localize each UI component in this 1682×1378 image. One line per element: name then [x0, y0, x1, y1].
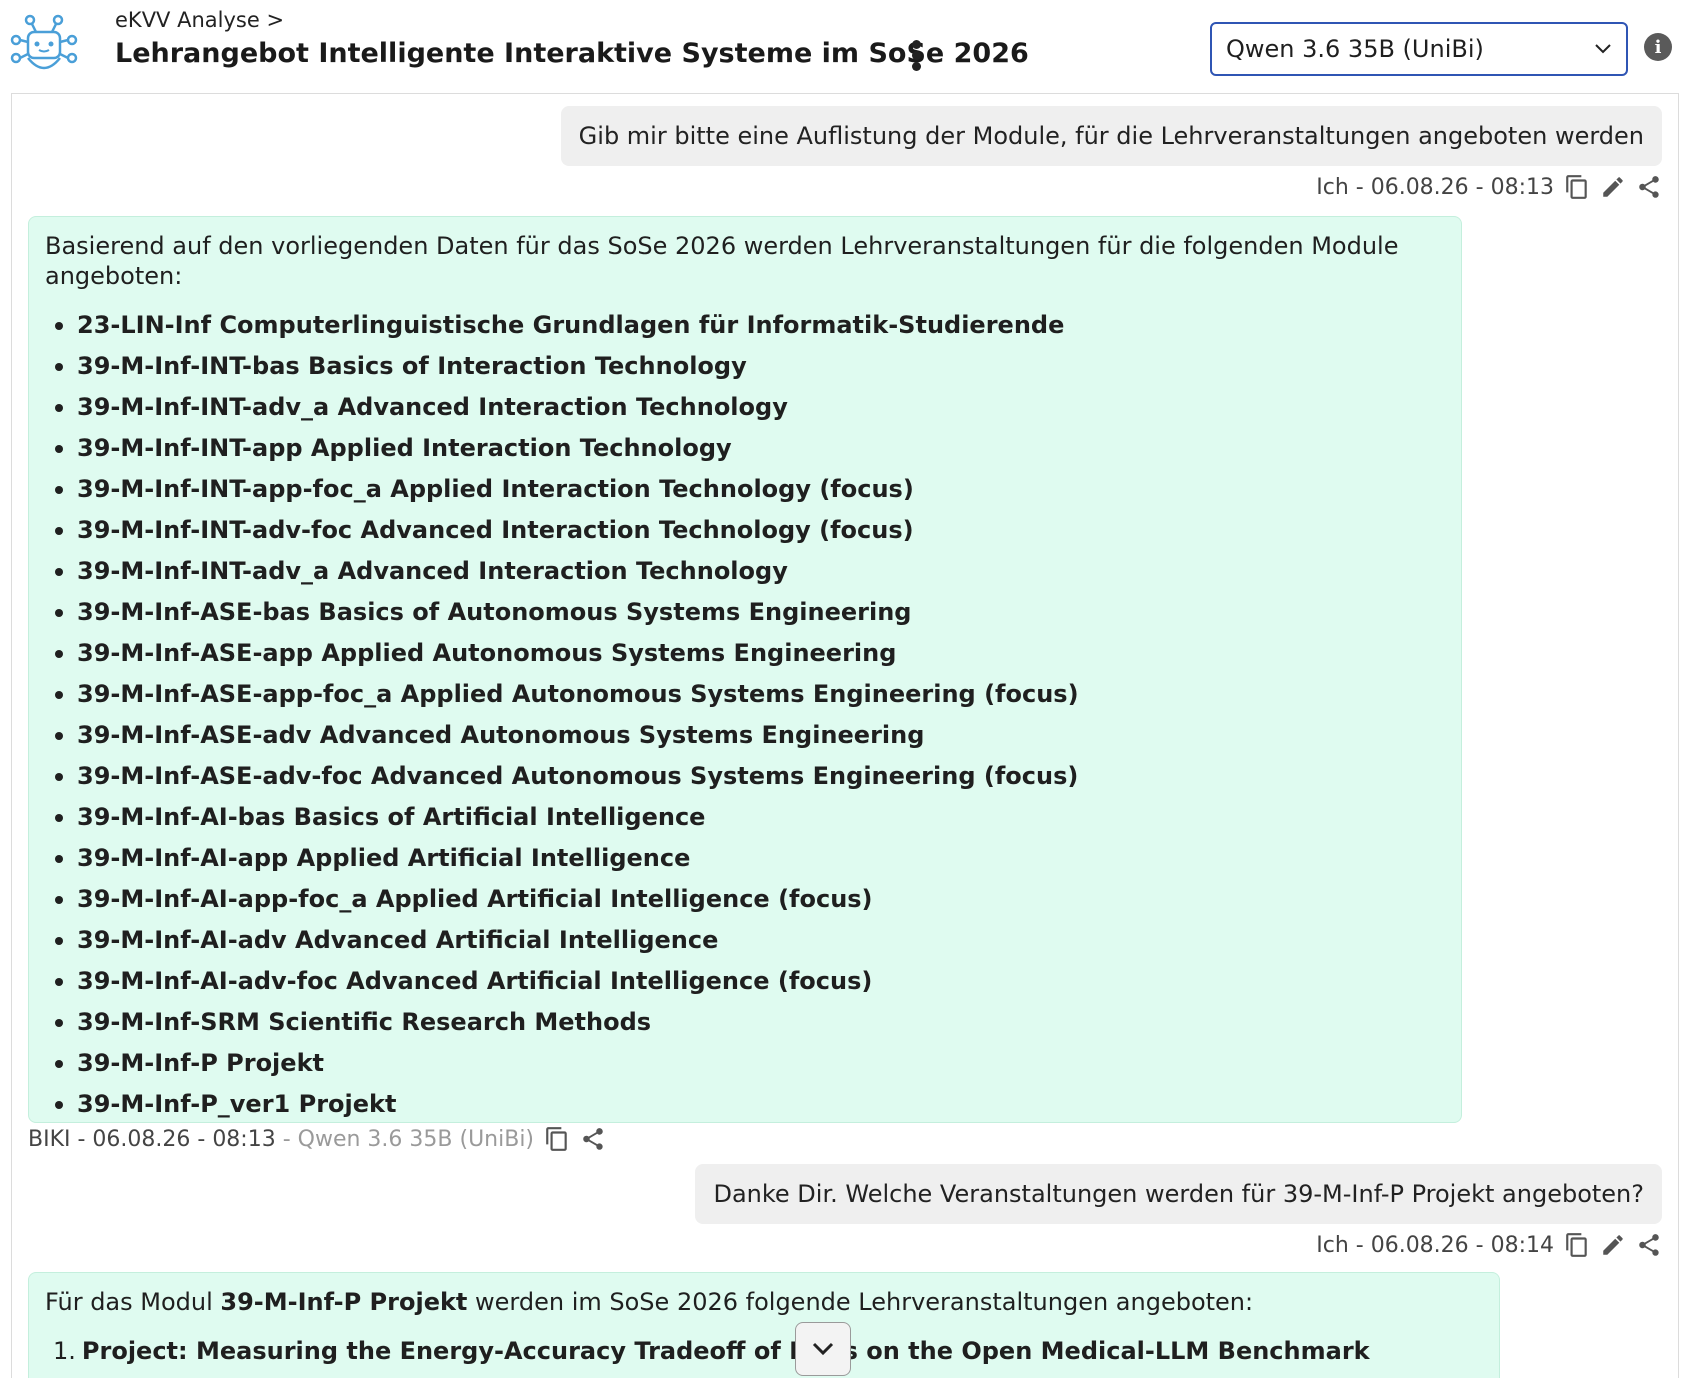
user-message-text: Gib mir bitte eine Auflistung der Module… — [578, 122, 1644, 150]
list-item: 39-M-Inf-AI-app Applied Artificial Intel… — [45, 838, 1445, 879]
list-item: 39-M-Inf-INT-app-foc_a Applied Interacti… — [45, 469, 1445, 510]
list-item: 39-M-Inf-ASE-adv Advanced Autonomous Sys… — [45, 715, 1445, 756]
bot-message-intro: Basierend auf den vorliegenden Daten für… — [45, 232, 1399, 290]
scroll-down-button[interactable] — [795, 1322, 851, 1376]
list-item: 39-M-Inf-AI-app-foc_a Applied Artificial… — [45, 879, 1445, 920]
list-item: 39-M-Inf-AI-adv-foc Advanced Artificial … — [45, 961, 1445, 1002]
user-message: Gib mir bitte eine Auflistung der Module… — [560, 106, 1662, 166]
edit-icon[interactable] — [1600, 174, 1626, 200]
list-item: 39-M-Inf-INT-app Applied Interaction Tec… — [45, 428, 1445, 469]
chat-area[interactable]: Gib mir bitte eine Auflistung der Module… — [11, 93, 1679, 1378]
list-item: 39-M-Inf-ASE-bas Basics of Autonomous Sy… — [45, 592, 1445, 633]
message-meta-text: Ich - 06.08.26 - 08:13 — [1316, 174, 1554, 200]
share-icon[interactable] — [1636, 1232, 1662, 1258]
app-header: eKVV Analyse > Lehrangebot Intelligente … — [0, 0, 1682, 92]
message-meta-text: BIKI - 06.08.26 - 08:13 — [28, 1126, 276, 1152]
list-item: 39-M-Inf-AI-adv Advanced Artificial Inte… — [45, 920, 1445, 961]
bot-message: Für das Modul 39-M-Inf-P Projekt werden … — [28, 1272, 1500, 1378]
copy-icon[interactable] — [1564, 1232, 1590, 1258]
copy-icon[interactable] — [544, 1126, 570, 1152]
model-select-value: Qwen 3.6 35B (UniBi) — [1226, 35, 1484, 63]
list-item: 39-M-Inf-P_ver1 Projekt — [45, 1084, 1445, 1125]
page-title: Lehrangebot Intelligente Interaktive Sys… — [115, 38, 1029, 69]
chevron-down-icon — [1595, 44, 1611, 54]
list-item: 39-M-Inf-ASE-adv-foc Advanced Autonomous… — [45, 756, 1445, 797]
module-name: 39-M-Inf-P Projekt — [220, 1288, 468, 1316]
user-message: Danke Dir. Welche Veranstaltungen werden… — [695, 1164, 1662, 1224]
robot-logo-icon — [10, 14, 78, 70]
list-item: 39-M-Inf-ASE-app Applied Autonomous Syst… — [45, 633, 1445, 674]
list-item: 39-M-Inf-INT-adv_a Advanced Interaction … — [45, 551, 1445, 592]
model-select[interactable]: Qwen 3.6 35B (UniBi) — [1210, 22, 1628, 76]
user-message-text: Danke Dir. Welche Veranstaltungen werden… — [713, 1180, 1644, 1208]
list-item: 39-M-Inf-P Projekt — [45, 1043, 1445, 1084]
list-item: 39-M-Inf-ASE-app-foc_a Applied Autonomou… — [45, 674, 1445, 715]
list-item: 39-M-Inf-AI-bas Basics of Artificial Int… — [45, 797, 1445, 838]
breadcrumb[interactable]: eKVV Analyse > — [115, 8, 284, 32]
bot-message-intro: Für das Modul 39-M-Inf-P Projekt werden … — [45, 1288, 1254, 1316]
user-message-meta: Ich - 06.08.26 - 08:14 — [1316, 1232, 1662, 1258]
list-item: 39-M-Inf-INT-bas Basics of Interaction T… — [45, 346, 1445, 387]
course-list: 1. Project: Measuring the Energy-Accuracy… — [45, 1331, 1483, 1372]
bot-message-meta: BIKI - 06.08.26 - 08:13 - Qwen 3.6 35B (… — [28, 1126, 606, 1152]
message-meta-text: Ich - 06.08.26 - 08:14 — [1316, 1232, 1554, 1258]
share-icon[interactable] — [580, 1126, 606, 1152]
list-item: 1. Project: Measuring the Energy-Accuracy… — [53, 1337, 1370, 1365]
list-item: 39-M-Inf-SRM Scientific Research Methods — [45, 1002, 1445, 1043]
bot-message: Basierend auf den vorliegenden Daten für… — [28, 216, 1462, 1123]
message-meta-model: - Qwen 3.6 35B (UniBi) — [275, 1126, 535, 1152]
share-icon[interactable] — [1636, 174, 1662, 200]
chevron-down-icon — [812, 1342, 834, 1356]
list-item: 23-LIN-Inf Computerlinguistische Grundla… — [45, 305, 1445, 346]
module-list: 23-LIN-Inf Computerlinguistische Grundla… — [45, 305, 1445, 1125]
edit-icon[interactable] — [1600, 1232, 1626, 1258]
list-item: 39-M-Inf-INT-adv-foc Advanced Interactio… — [45, 510, 1445, 551]
more-options-icon[interactable] — [904, 38, 928, 72]
copy-icon[interactable] — [1564, 174, 1590, 200]
list-item: 39-M-Inf-INT-adv_a Advanced Interaction … — [45, 387, 1445, 428]
user-message-meta: Ich - 06.08.26 - 08:13 — [1316, 174, 1662, 200]
info-icon[interactable]: i — [1644, 33, 1672, 61]
